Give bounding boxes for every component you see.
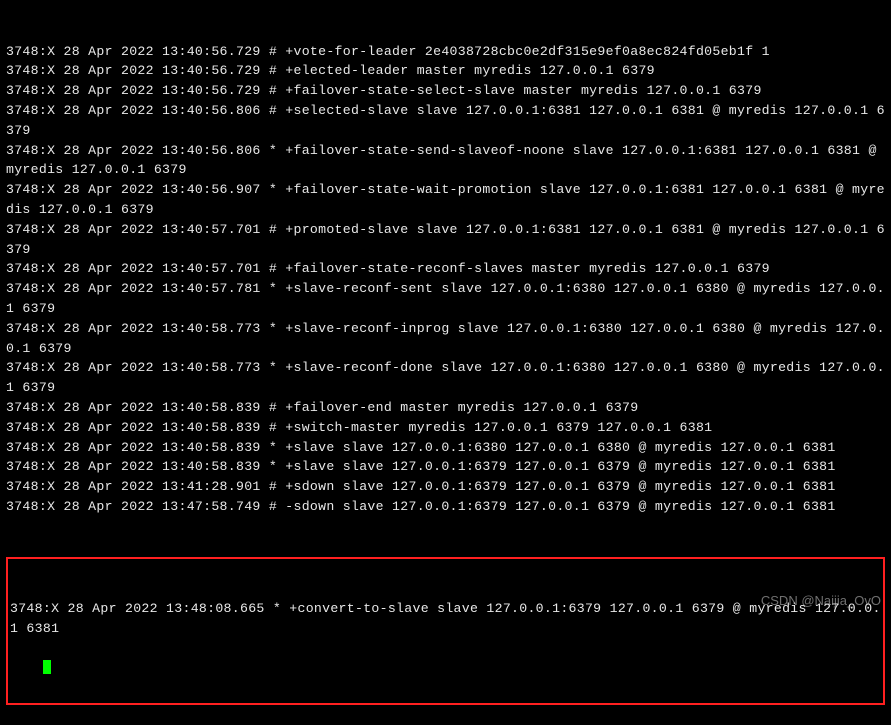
log-line: 3748:X 28 Apr 2022 13:47:58.749 # -sdown… xyxy=(6,497,885,517)
log-line: 3748:X 28 Apr 2022 13:40:57.701 # +promo… xyxy=(6,220,885,260)
log-line: 3748:X 28 Apr 2022 13:40:56.729 # +failo… xyxy=(6,81,885,101)
log-line: 3748:X 28 Apr 2022 13:40:56.907 * +failo… xyxy=(6,180,885,220)
log-line-highlighted: 3748:X 28 Apr 2022 13:48:08.665 * +conve… xyxy=(10,599,881,639)
log-line: 3748:X 28 Apr 2022 13:40:56.729 # +elect… xyxy=(6,61,885,81)
log-line: 3748:X 28 Apr 2022 13:40:56.729 # +vote-… xyxy=(6,42,885,62)
log-lines-container: 3748:X 28 Apr 2022 13:40:56.729 # +vote-… xyxy=(6,42,885,517)
log-line: 3748:X 28 Apr 2022 13:40:58.839 * +slave… xyxy=(6,457,885,477)
log-line: 3748:X 28 Apr 2022 13:40:58.839 # +failo… xyxy=(6,398,885,418)
log-line: 3748:X 28 Apr 2022 13:40:56.806 * +failo… xyxy=(6,141,885,181)
watermark-text: CSDN @Naijia_OvO xyxy=(761,591,881,611)
log-line: 3748:X 28 Apr 2022 13:40:56.806 # +selec… xyxy=(6,101,885,141)
log-line: 3748:X 28 Apr 2022 13:40:58.839 # +switc… xyxy=(6,418,885,438)
log-line: 3748:X 28 Apr 2022 13:40:58.773 * +slave… xyxy=(6,319,885,359)
log-line: 3748:X 28 Apr 2022 13:40:58.839 * +slave… xyxy=(6,438,885,458)
log-line: 3748:X 28 Apr 2022 13:41:28.901 # +sdown… xyxy=(6,477,885,497)
log-line: 3748:X 28 Apr 2022 13:40:57.701 # +failo… xyxy=(6,259,885,279)
terminal-output[interactable]: 3748:X 28 Apr 2022 13:40:56.729 # +vote-… xyxy=(6,2,885,725)
highlighted-log-entry: 3748:X 28 Apr 2022 13:48:08.665 * +conve… xyxy=(6,557,885,705)
log-line: 3748:X 28 Apr 2022 13:40:58.773 * +slave… xyxy=(6,358,885,398)
log-line: 3748:X 28 Apr 2022 13:40:57.781 * +slave… xyxy=(6,279,885,319)
terminal-cursor xyxy=(43,660,51,674)
